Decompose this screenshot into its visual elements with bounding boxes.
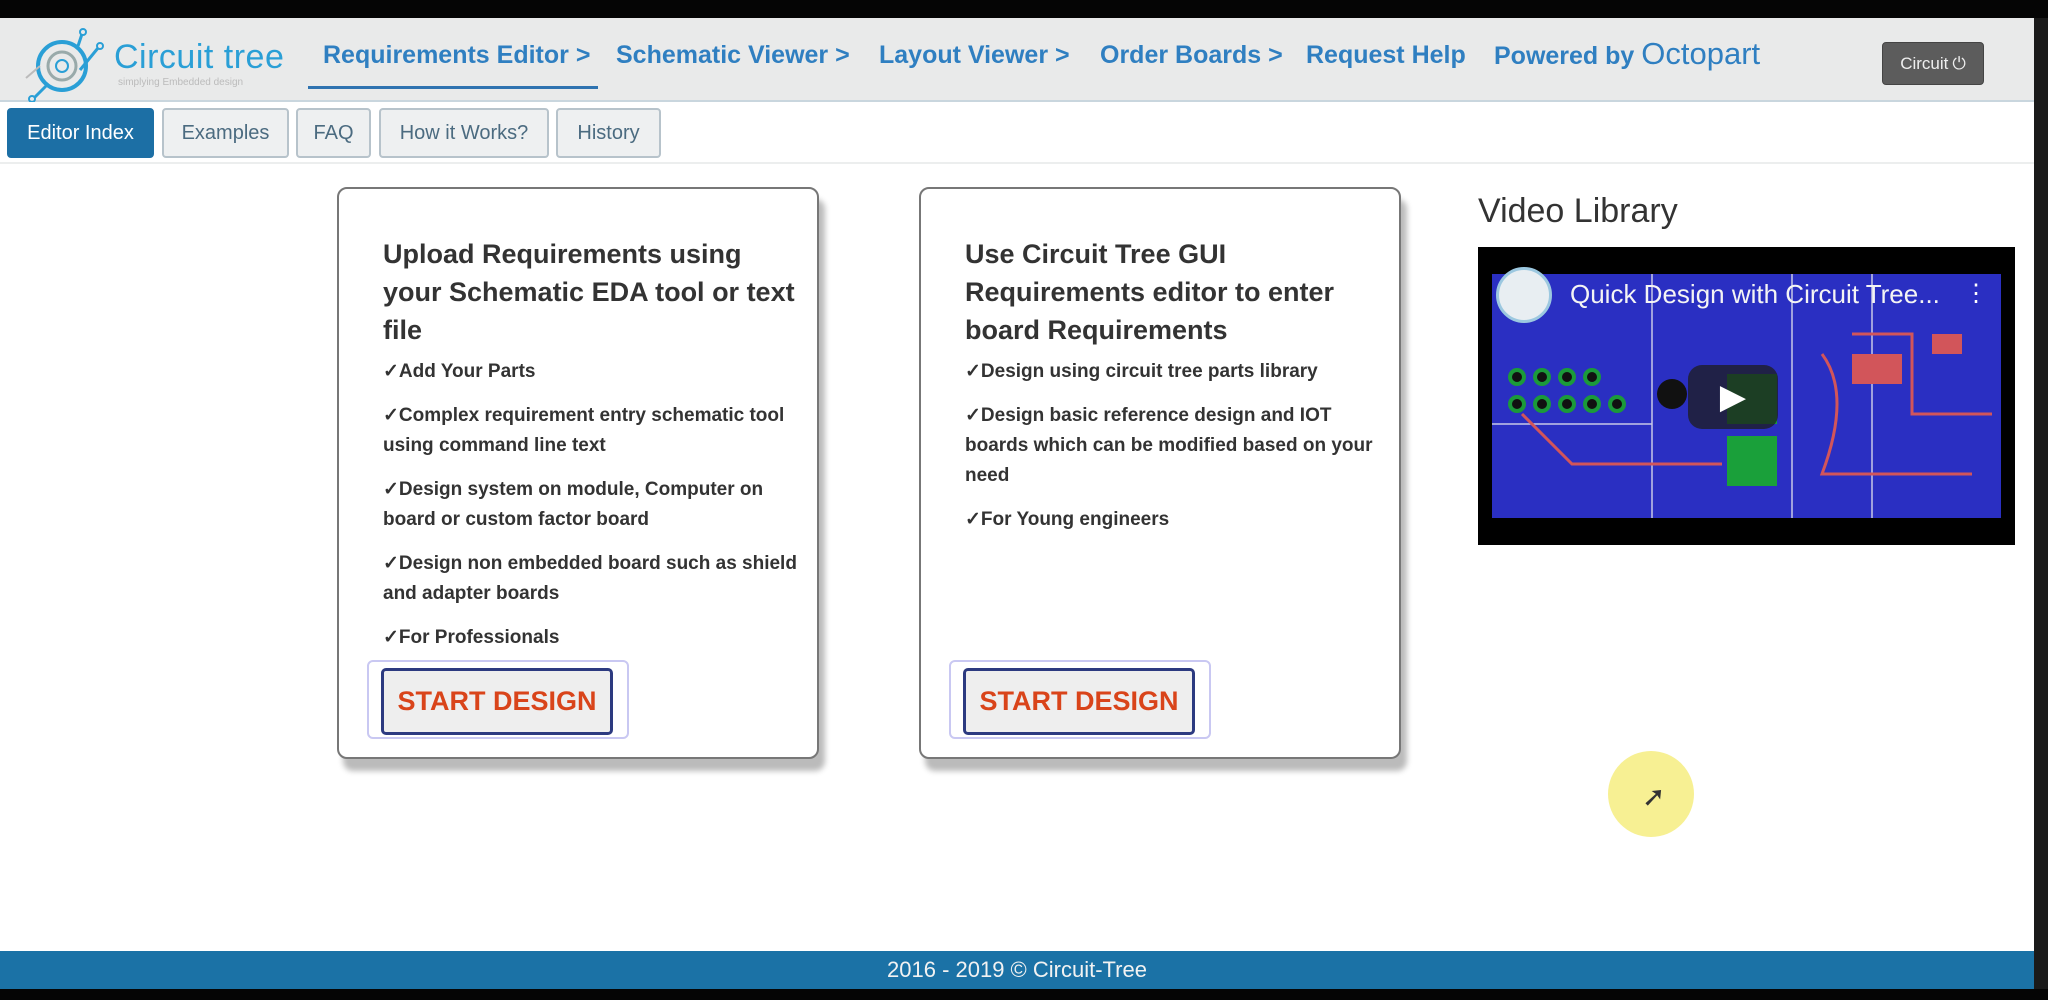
list-item: ✓Design basic reference design and IOT b… — [965, 405, 1373, 486]
video-title[interactable]: Quick Design with Circuit Tree... — [1570, 279, 1940, 310]
tab-history[interactable]: History — [556, 108, 661, 158]
copyright-text: 2016 - 2019 © Circuit-Tree — [887, 957, 1147, 982]
list-item: ✓For Young engineers — [965, 509, 1170, 530]
nav-active-underline — [308, 86, 598, 89]
octopart-logo: Octopart — [1641, 36, 1761, 71]
screen-bottom-bar — [0, 989, 2048, 1000]
nav-layout-viewer[interactable]: Layout Viewer > — [879, 41, 1070, 70]
channel-logo-icon — [1496, 267, 1552, 323]
screen-right-edge — [2034, 18, 2048, 1000]
start-design-button[interactable]: START DESIGN — [963, 668, 1195, 735]
logo-text[interactable]: Circuit tree — [114, 38, 284, 77]
nav-schematic-viewer[interactable]: Schematic Viewer > — [616, 41, 850, 70]
upload-requirements-card: Upload Requirements using your Schematic… — [337, 187, 819, 759]
list-item: ✓Design non embedded board such as shiel… — [383, 553, 797, 604]
tab-faq[interactable]: FAQ — [296, 108, 371, 158]
user-button-label: Circuit — [1900, 53, 1949, 73]
mouse-pointer-icon: ➚ — [1642, 781, 1666, 812]
nav-request-help[interactable]: Request Help — [1306, 41, 1466, 70]
card-title: Upload Requirements using your Schematic… — [383, 239, 795, 345]
card-title: Use Circuit Tree GUI Requirements editor… — [965, 239, 1335, 345]
feature-list: ✓Design using circuit tree parts library… — [965, 357, 1385, 549]
nav-order-boards[interactable]: Order Boards > — [1100, 41, 1283, 70]
feature-list: ✓Add Your Parts ✓Complex requirement ent… — [383, 357, 803, 667]
list-item: ✓Design using circuit tree parts library — [965, 361, 1318, 382]
video-player[interactable]: Quick Design with Circuit Tree... ⋮ ▶ — [1478, 247, 2015, 545]
circuit-tree-logo-icon — [25, 28, 104, 102]
start-design-button[interactable]: START DESIGN — [381, 668, 613, 735]
list-item: ✓Add Your Parts — [383, 361, 536, 382]
powered-by-octopart[interactable]: Powered by Octopart — [1494, 36, 1760, 72]
power-icon: ⏻ — [1952, 53, 1966, 73]
gui-editor-card: Use Circuit Tree GUI Requirements editor… — [919, 187, 1401, 759]
tab-examples[interactable]: Examples — [162, 108, 289, 158]
divider — [0, 162, 2034, 164]
list-item: ✓Design system on module, Computer on bo… — [383, 479, 764, 530]
user-logout-button[interactable]: Circuit ⏻ — [1882, 42, 1984, 85]
video-library-title: Video Library — [1478, 192, 1678, 230]
logo-tagline: simplying Embedded design — [118, 77, 244, 88]
screen-top-bar — [0, 0, 2048, 18]
list-item: ✓For Professionals — [383, 627, 560, 648]
button-focus-ring: START DESIGN — [949, 660, 1211, 739]
play-icon[interactable]: ▶ — [1688, 365, 1778, 429]
footer: 2016 - 2019 © Circuit-Tree — [0, 951, 2034, 989]
nav-requirements-editor[interactable]: Requirements Editor > — [323, 41, 590, 70]
tab-editor-index[interactable]: Editor Index — [7, 108, 154, 158]
list-item: ✓Complex requirement entry schematic too… — [383, 405, 785, 456]
button-focus-ring: START DESIGN — [367, 660, 629, 739]
more-options-icon[interactable]: ⋮ — [1964, 279, 1988, 308]
powered-by-label: Powered by — [1494, 42, 1635, 70]
tab-how-it-works[interactable]: How it Works? — [379, 108, 549, 158]
